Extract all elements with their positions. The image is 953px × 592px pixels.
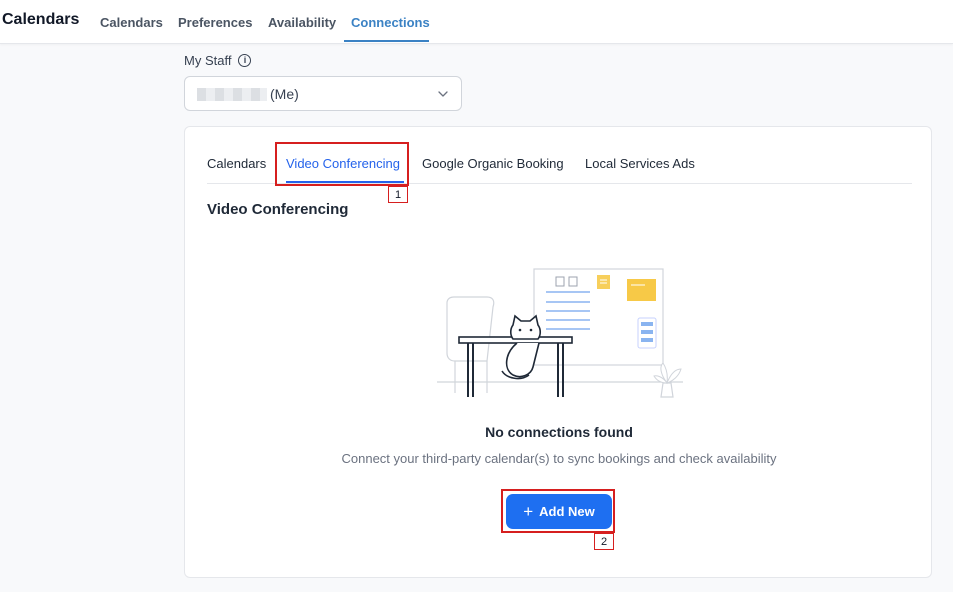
empty-state-illustration (437, 268, 683, 398)
staff-label-text: My Staff (184, 53, 232, 68)
redacted-staff-name (197, 88, 267, 101)
app-title: Calendars (2, 11, 80, 28)
staff-select[interactable]: (Me) (184, 76, 462, 111)
active-nav-indicator (344, 40, 429, 42)
subtab-calendars[interactable]: Calendars (207, 156, 266, 171)
subtab-google-organic-booking[interactable]: Google Organic Booking (422, 156, 564, 171)
nav-tab-calendars[interactable]: Calendars (100, 15, 163, 30)
empty-state-description: Connect your third-party calendar(s) to … (341, 451, 777, 466)
annotation-label-2: 2 (594, 533, 614, 550)
top-nav-bar: Calendars Calendars Preferences Availabi… (0, 0, 953, 44)
staff-label: My Staff i (184, 53, 252, 68)
nav-tab-preferences[interactable]: Preferences (178, 15, 252, 30)
section-title: Video Conferencing (207, 201, 349, 218)
annotation-label-1: 1 (388, 186, 408, 203)
empty-state-title: No connections found (485, 424, 633, 440)
staff-select-value: (Me) (270, 86, 299, 102)
chevron-down-icon (438, 91, 448, 97)
annotation-box-1 (275, 142, 409, 186)
annotation-box-2 (501, 489, 615, 533)
nav-tab-connections[interactable]: Connections (351, 15, 430, 30)
info-icon[interactable]: i (238, 54, 252, 67)
subtab-local-services-ads[interactable]: Local Services Ads (585, 156, 695, 171)
nav-tab-availability[interactable]: Availability (268, 15, 336, 30)
